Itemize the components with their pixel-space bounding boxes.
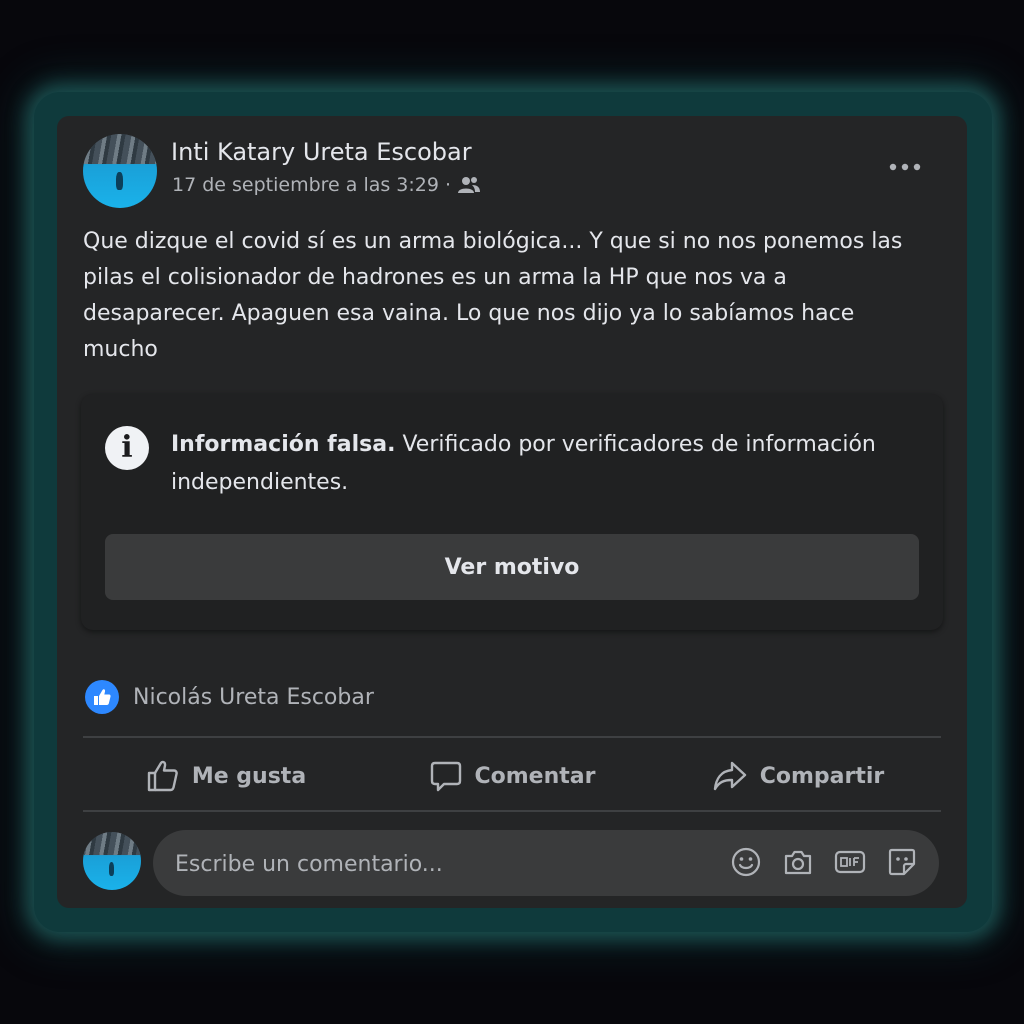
share-label: Compartir xyxy=(759,763,885,789)
divider-bottom xyxy=(83,810,941,812)
share-button[interactable]: Compartir xyxy=(655,740,941,812)
author-avatar[interactable] xyxy=(83,134,157,208)
comment-bubble-icon xyxy=(430,761,461,792)
comment-box xyxy=(153,830,939,898)
post-meta: 17 de septiembre a las 3:29 · xyxy=(172,174,481,196)
meta-separator: · xyxy=(444,174,452,196)
divider-top xyxy=(83,736,941,738)
see-reason-button[interactable]: Ver motivo xyxy=(105,534,919,600)
share-arrow-icon xyxy=(713,761,746,791)
like-label: Me gusta xyxy=(191,763,307,789)
friends-icon[interactable] xyxy=(457,175,481,195)
thumbs-up-icon xyxy=(147,760,178,792)
reactions-summary[interactable]: Nicolás Ureta Escobar xyxy=(85,680,374,714)
fact-check-text: Información falsa. Verificado por verifi… xyxy=(171,426,931,502)
false-information-notice: i Información falsa. Verificado por veri… xyxy=(81,394,943,630)
camera-icon[interactable] xyxy=(781,844,815,880)
comment-button[interactable]: Comentar xyxy=(369,740,655,812)
info-icon: i xyxy=(105,426,149,470)
author-name[interactable]: Inti Katary Ureta Escobar xyxy=(171,138,472,166)
comment-input[interactable] xyxy=(173,830,717,898)
commenter-avatar[interactable] xyxy=(83,832,141,890)
comment-tools xyxy=(729,844,919,880)
action-bar: Me gusta Comentar Compartir xyxy=(83,740,941,812)
post-text: Que dizque el covid sí es un arma biológ… xyxy=(83,229,903,362)
like-reaction-icon xyxy=(85,680,119,714)
comment-label: Comentar xyxy=(474,763,596,789)
emoji-icon[interactable] xyxy=(729,844,763,880)
fact-check-title: Información falsa. xyxy=(171,432,396,457)
like-button[interactable]: Me gusta xyxy=(83,740,369,812)
more-options-icon[interactable] xyxy=(883,152,927,182)
gif-icon[interactable] xyxy=(833,844,867,880)
sticker-icon[interactable] xyxy=(885,844,919,880)
reactor-names[interactable]: Nicolás Ureta Escobar xyxy=(133,685,374,710)
post-timestamp[interactable]: 17 de septiembre a las 3:29 xyxy=(172,174,439,196)
post-card: Inti Katary Ureta Escobar 17 de septiemb… xyxy=(57,116,967,908)
